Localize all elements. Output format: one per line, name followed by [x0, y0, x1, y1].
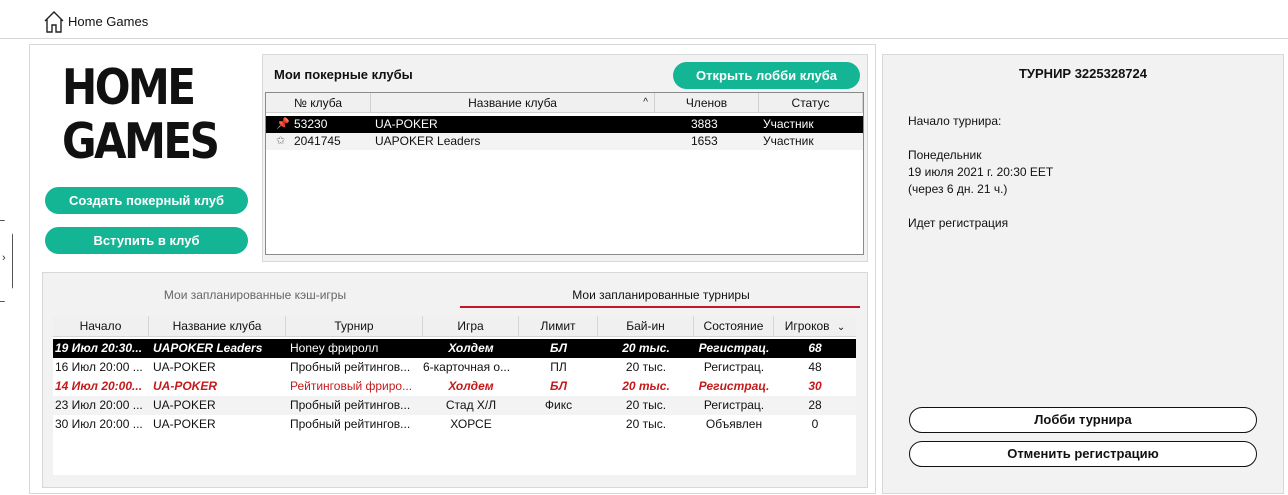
- tournament-row[interactable]: 14 Июл 20:00... UA-POKER Рейтинговый фри…: [53, 377, 856, 396]
- column-header-club-name[interactable]: Название клуба: [149, 316, 286, 337]
- tournament-row[interactable]: 16 Июл 20:00 ... UA-POKER Пробный рейтин…: [53, 358, 856, 377]
- cancel-registration-button[interactable]: Отменить регистрацию: [909, 441, 1257, 467]
- club-row[interactable]: 📌 53230 UA-POKER 3883 Участник: [266, 116, 863, 133]
- tab-tournaments[interactable]: Мои запланированные турниры: [461, 288, 861, 302]
- column-header-state[interactable]: Состояние: [694, 316, 774, 337]
- tab-cash-games[interactable]: Мои запланированные кэш-игры: [52, 288, 458, 302]
- open-club-lobby-button[interactable]: Открыть лобби клуба: [673, 62, 860, 89]
- active-tab-indicator: [460, 306, 860, 308]
- clubs-title: Мои покерные клубы: [274, 67, 413, 82]
- sort-up-icon: ^: [643, 97, 648, 108]
- tournament-row[interactable]: 23 Июл 20:00 ... UA-POKER Пробный рейтин…: [53, 396, 856, 415]
- tournament-row[interactable]: 30 Июл 20:00 ... UA-POKER Пробный рейтин…: [53, 415, 856, 434]
- column-header-start[interactable]: Начало: [53, 316, 149, 337]
- chevron-right-icon[interactable]: ›: [2, 252, 6, 264]
- club-row[interactable]: ✩ 2041745 UAPOKER Leaders 1653 Участник: [266, 133, 863, 150]
- window-title: Home Games: [68, 14, 149, 29]
- column-header-players[interactable]: Игроков ⌄: [774, 316, 856, 337]
- title-bar: [0, 0, 1288, 39]
- sort-down-icon: ⌄: [836, 322, 846, 333]
- home-games-logo: HOME GAMES: [62, 59, 220, 170]
- start-label: Начало турнира:: [908, 114, 1002, 128]
- column-header-status[interactable]: Статус: [759, 93, 863, 113]
- countdown: (через 6 дн. 21 ч.): [908, 182, 1008, 196]
- home-icon: [44, 11, 64, 33]
- tournament-lobby-button[interactable]: Лобби турнира: [909, 407, 1257, 433]
- pin-icon[interactable]: 📌: [276, 116, 290, 133]
- column-header-members[interactable]: Членов: [655, 93, 759, 113]
- tournament-title: ТУРНИР 3225328724: [1018, 66, 1147, 81]
- column-header-limit[interactable]: Лимит: [519, 316, 598, 337]
- column-header-tournament[interactable]: Турнир: [286, 316, 423, 337]
- pin-outline-icon[interactable]: ✩: [276, 133, 285, 150]
- registration-status: Идет регистрация: [908, 216, 1009, 230]
- clubs-table: № клуба Название клуба ^ Членов Статус 📌…: [265, 92, 864, 255]
- tournaments-table: Начало Название клуба Турнир Игра Лимит …: [53, 316, 856, 475]
- column-header-buyin[interactable]: Бай-ин: [598, 316, 694, 337]
- start-date: 19 июля 2021 г. 20:30 EET: [908, 165, 1054, 179]
- column-header-club-id[interactable]: № клуба: [266, 93, 371, 113]
- create-club-button[interactable]: Создать покерный клуб: [45, 187, 248, 214]
- column-header-club-name[interactable]: Название клуба ^: [371, 93, 655, 113]
- column-header-game[interactable]: Игра: [423, 316, 519, 337]
- join-club-button[interactable]: Вступить в клуб: [45, 227, 248, 254]
- tournament-row[interactable]: 19 Июл 20:30... UAPOKER Leaders Honey фр…: [53, 339, 856, 358]
- start-day: Понедельник: [908, 148, 982, 162]
